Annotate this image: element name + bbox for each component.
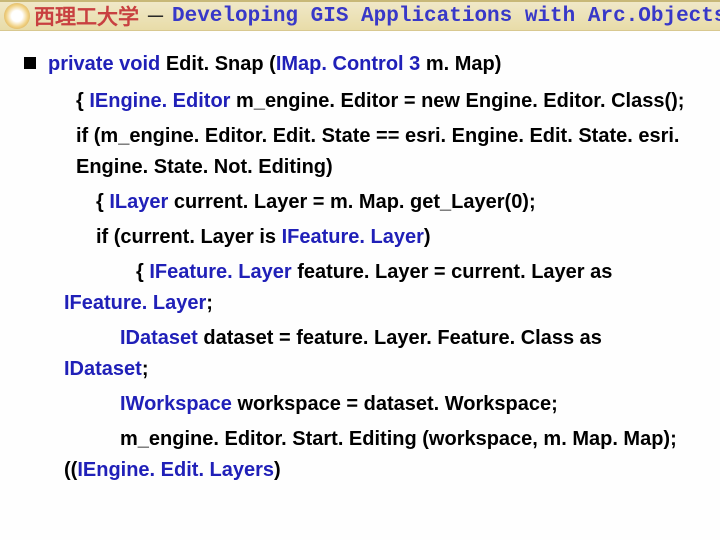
bullet-icon	[24, 57, 36, 69]
code-line-4: if (current. Layer is IFeature. Layer)	[96, 222, 696, 253]
code-line-3: { ILayer current. Layer = m. Map. get_La…	[96, 187, 696, 218]
code-line-2: if (m_engine. Editor. Edit. State == esr…	[76, 121, 696, 183]
method-name: Edit. Snap (	[166, 53, 276, 75]
header-en: Developing GIS Applications with Arc.Obj…	[172, 5, 720, 28]
param-type: IMap. Control 3	[276, 53, 420, 75]
code-line-5: { IFeature. Layer feature. Layer = curre…	[64, 257, 696, 319]
code-line-6: IDataset dataset = feature. Layer. Featu…	[64, 323, 696, 385]
code-signature: private void Edit. Snap (IMap. Control 3…	[24, 49, 696, 80]
university-logo-icon	[4, 3, 30, 29]
slide-header: 西理工大学 － Developing GIS Applications with…	[0, 0, 720, 31]
code-line-1: { IEngine. Editor m_engine. Editor = new…	[76, 86, 696, 117]
header-cn: 西理工大学	[34, 1, 139, 31]
code-line-7: IWorkspace workspace = dataset. Workspac…	[120, 389, 696, 420]
header-dash: －	[145, 1, 166, 31]
code-content: private void Edit. Snap (IMap. Control 3…	[0, 31, 720, 486]
kw-private-void: private void	[48, 53, 160, 75]
code-line-8: m_engine. Editor. Start. Editing (worksp…	[64, 424, 696, 486]
param-name: m. Map)	[426, 53, 502, 75]
